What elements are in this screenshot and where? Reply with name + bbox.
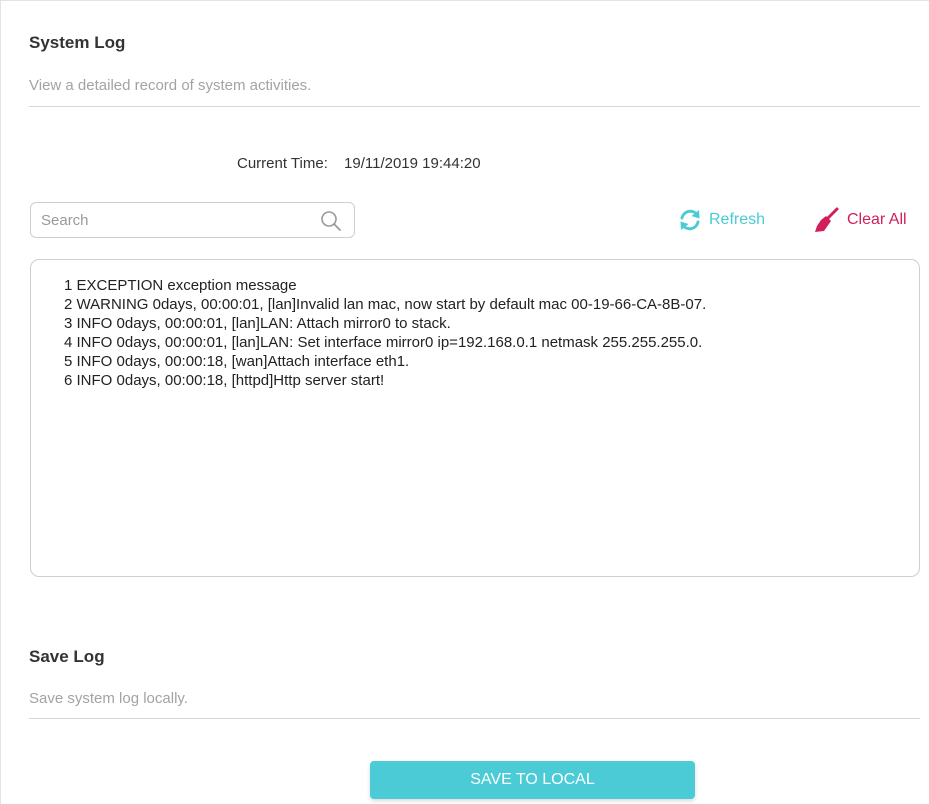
system-log-page: System Log View a detailed record of sys… [0,0,929,804]
divider [29,106,920,107]
clear-all-label: Clear All [847,211,907,228]
log-entry: 3 INFO 0days, 00:00:01, [lan]LAN: Attach… [64,315,451,332]
refresh-label: Refresh [709,211,766,228]
clear-all-button[interactable]: Clear All [813,207,907,233]
current-time-row: Current Time: 19/11/2019 19:44:20 [237,155,481,172]
save-to-local-button[interactable]: SAVE TO LOCAL [370,761,695,799]
system-log-title: System Log [29,33,126,52]
save-log-title: Save Log [29,647,105,666]
divider [29,718,920,719]
current-time-label: Current Time: [237,155,328,172]
log-entry: 2 WARNING 0days, 00:00:01, [lan]Invalid … [64,296,707,313]
log-entry: 4 INFO 0days, 00:00:01, [lan]LAN: Set in… [64,334,703,351]
broom-icon [815,207,839,232]
log-entry: 6 INFO 0days, 00:00:18, [httpd]Http serv… [64,372,385,389]
refresh-button[interactable]: Refresh [677,207,765,233]
search-icon[interactable] [320,210,342,232]
log-display[interactable]: 1 EXCEPTION exception message 2 WARNING … [30,259,920,577]
refresh-icon [680,209,700,231]
log-entry: 1 EXCEPTION exception message [64,277,297,294]
log-entry: 5 INFO 0days, 00:00:18, [wan]Attach inte… [64,353,410,370]
save-log-description: Save system log locally. [29,690,188,707]
current-time-value: 19/11/2019 19:44:20 [344,155,481,172]
system-log-description: View a detailed record of system activit… [29,77,312,94]
search-input[interactable] [41,203,311,237]
search-box[interactable] [30,202,355,238]
